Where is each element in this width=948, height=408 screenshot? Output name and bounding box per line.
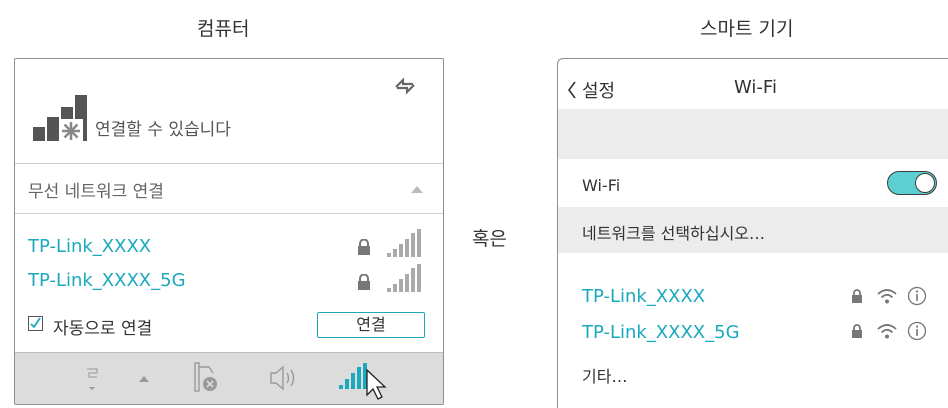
header-separator-band	[558, 109, 948, 159]
network-item-tp-link-xxxx-5g[interactable]: TP-Link_XXXX_5G	[28, 270, 186, 291]
network-unavailable-icon[interactable]	[191, 361, 219, 395]
network-item-tp-link-xxxx[interactable]: TP-Link_XXXX	[28, 236, 151, 257]
divider	[15, 213, 443, 214]
connection-status-text: 연결할 수 있습니다	[95, 120, 231, 140]
network-item-tp-link-xxxx-5g[interactable]: TP-Link_XXXX_5G	[582, 322, 740, 343]
lock-icon	[358, 274, 370, 290]
wifi-icon	[877, 324, 897, 339]
divider	[15, 163, 443, 164]
wireless-section-title[interactable]: 무선 네트워크 연결	[28, 177, 164, 202]
signal-bars-icon	[387, 264, 421, 292]
back-chevron-icon[interactable]	[567, 81, 577, 99]
smart-device-wifi-screen: 설정 Wi-Fi Wi-Fi 네트워크를 선택하십시오… TP-Link_XXX…	[557, 58, 948, 408]
auto-connect-checkbox[interactable]	[28, 316, 43, 331]
refresh-icon[interactable]	[393, 77, 417, 95]
caption-computer: 컴퓨터	[197, 18, 250, 40]
signal-star-icon	[33, 95, 87, 143]
signal-bars-icon	[387, 229, 421, 257]
page-title: Wi-Fi	[734, 77, 777, 98]
chevron-up-icon[interactable]	[139, 375, 149, 383]
lock-icon	[358, 239, 370, 255]
checkmark-icon	[30, 317, 41, 329]
other-network-item[interactable]: 기타…	[582, 363, 627, 387]
wifi-row-label: Wi-Fi	[582, 176, 621, 195]
caption-smart-device: 스마트 기기	[700, 18, 794, 40]
wifi-icon	[877, 289, 897, 304]
computer-network-panel: 연결할 수 있습니다 무선 네트워크 연결 TP-Link_XXXX TP-Li…	[14, 58, 444, 405]
network-item-tp-link-xxxx[interactable]: TP-Link_XXXX	[582, 286, 705, 307]
back-button[interactable]: 설정	[582, 77, 615, 103]
connect-button[interactable]: 연결	[317, 312, 425, 338]
lock-icon	[852, 324, 862, 338]
speaker-icon[interactable]	[269, 365, 299, 391]
toggle-knob	[915, 173, 935, 193]
auto-connect-label[interactable]: 자동으로 연결	[53, 314, 152, 339]
lock-icon	[852, 289, 862, 303]
taskbar	[15, 352, 443, 404]
info-icon[interactable]	[907, 321, 927, 341]
wifi-toggle[interactable]	[887, 171, 937, 195]
chevron-up-icon[interactable]	[411, 185, 423, 193]
show-hidden-icons-icon[interactable]	[85, 363, 99, 393]
choose-network-label: 네트워크를 선택하십시오…	[582, 224, 766, 243]
info-icon[interactable]	[907, 286, 927, 306]
caption-or: 혹은	[472, 228, 507, 250]
cursor-icon	[366, 369, 387, 400]
